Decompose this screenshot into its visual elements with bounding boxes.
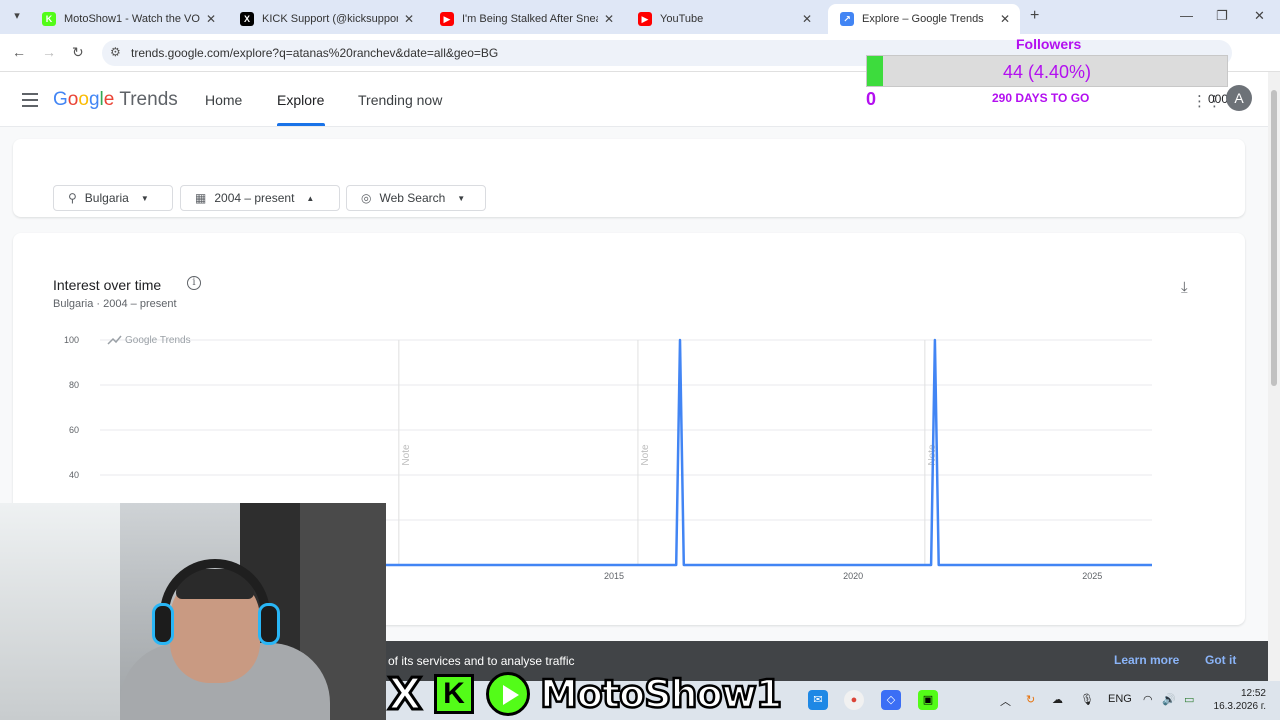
region-filter[interactable]: ⚲ Bulgaria ▼ [53,185,173,211]
followers-progress-bar: 44 (4.40%) [866,55,1228,87]
logo-letter: o [67,89,79,110]
back-icon[interactable]: ← [12,44,26,60]
caret-down-icon: ▼ [457,193,466,203]
nav-explore[interactable]: Explore [277,92,324,108]
nav-home[interactable]: Home [205,92,242,108]
stream-brand-overlay: X K MotoShow1 [387,667,784,720]
learn-more-button[interactable]: Learn more [1114,653,1179,667]
tray-chevron-icon[interactable]: ︿ [1000,693,1011,709]
followers-progress-text: 44 (4.40%) [1002,62,1092,82]
tab-favicon-icon: ↗ [840,12,854,26]
chrome-app-icon[interactable]: ● [844,690,864,710]
logo-letter: o [78,89,89,110]
globe-icon: ◎ [361,191,372,205]
battery-icon[interactable]: ▭ [1184,693,1194,706]
close-window-icon[interactable]: ✕ [1254,8,1265,24]
close-tab-icon[interactable]: ✕ [604,12,614,26]
play-logo-icon [485,672,530,716]
caret-up-icon: ▲ [306,193,315,203]
tab-favicon-icon: ▶ [440,12,454,26]
followers-days-text: 290 DAYS TO GO [992,91,1090,105]
stream-brand-name: MotoShow1 [539,671,784,718]
calendar-icon: ▦ [195,191,207,205]
wifi-icon[interactable]: ◠ [1143,693,1153,706]
apps-extra-text: 000 [1208,92,1229,106]
tray-mic-icon[interactable]: 🎙 [1080,693,1094,706]
webcam-window-light [0,503,120,720]
chart-title: Interest over time [53,277,162,293]
system-clock[interactable]: 12:52 16.3.2026 г. [1200,687,1266,713]
close-tab-icon[interactable]: ✕ [206,12,216,26]
stream-app-icon[interactable]: ▣ [918,690,938,710]
source-filter[interactable]: ◎ Web Search ▼ [346,185,486,211]
tab-title: MotoShow1 - Watch the VOD o [64,13,200,25]
mail-app-icon[interactable]: ✉ [808,690,828,710]
url-text[interactable]: trends.google.com/explore?q=atanas%20ran… [131,46,498,60]
tab-title: YouTube [660,13,704,25]
browser-tab[interactable]: ▶ YouTube ✕ [626,4,822,34]
browser-tab[interactable]: X KICK Support (@kicksupport) / ✕ [228,4,424,34]
site-info-icon[interactable]: ⚙ [110,45,121,59]
clock-date: 16.3.2026 г. [1213,701,1266,712]
tray-sync-icon[interactable]: ↻ [1026,693,1035,706]
tab-favicon-icon: X [240,12,254,26]
logo-letter: g [88,89,100,110]
roblox-app-icon[interactable]: ◇ [881,690,901,710]
new-tab-button[interactable]: + [1030,7,1039,25]
source-filter-label: Web Search [379,191,446,205]
close-tab-icon[interactable]: ✕ [404,12,414,26]
tab-title: I'm Being Stalked After Sneakin [462,13,598,25]
clock-time: 12:52 [1240,688,1266,699]
browser-tab[interactable]: ▶ I'm Being Stalked After Sneakin ✕ [428,4,624,34]
scrollbar-thumb[interactable] [1271,90,1277,386]
close-tab-icon[interactable]: ✕ [1000,12,1010,26]
tab-title: KICK Support (@kicksupport) / [262,13,398,25]
tray-cloud-icon[interactable]: ☁ [1052,693,1063,706]
headset-earcup-left [152,603,174,645]
screen: ▾ K MotoShow1 - Watch the VOD o ✕ X KICK Sup… [0,0,1280,720]
location-pin-icon: ⚲ [68,191,77,205]
region-filter-label: Bulgaria [84,191,129,205]
tab-favicon-icon: ▶ [638,12,652,26]
browser-tab[interactable]: K MotoShow1 - Watch the VOD o ✕ [30,4,226,34]
kick-logo-icon: K [433,674,474,714]
headset-earcup-right [258,603,280,645]
forward-icon[interactable]: → [42,44,56,60]
reload-icon[interactable]: ↻ [72,44,84,61]
filters-card: ⚲ Bulgaria ▼ ▦ 2004 – present ▲ ◎ Web Se… [13,139,1245,217]
browser-tab-strip: ▾ K MotoShow1 - Watch the VOD o ✕ X KICK Sup… [0,0,1280,34]
download-icon[interactable]: ⤓ [1181,279,1188,296]
minimize-icon[interactable]: — [1180,8,1193,23]
nav-active-indicator [277,123,325,126]
close-tab-icon[interactable]: ✕ [802,12,812,26]
followers-start-value: 0 [866,89,877,109]
nav-trending-now[interactable]: Trending now [358,92,442,108]
tab-favicon-icon: K [42,12,56,26]
caret-down-icon: ▼ [140,193,149,203]
language-indicator[interactable]: ENG [1108,693,1132,705]
restore-icon[interactable]: ❐ [1216,8,1228,24]
got-it-button[interactable]: Got it [1205,653,1236,667]
volume-icon[interactable]: 🔊 [1162,693,1176,706]
tab-search-icon[interactable]: ▾ [8,9,26,27]
followers-label: Followers [1016,36,1082,52]
browser-tab[interactable]: ↗ Explore – Google Trends ✕ [828,4,1020,34]
google-trends-logo[interactable]: Google Trends [53,89,178,111]
tab-title: Explore – Google Trends [862,13,984,25]
info-icon[interactable]: i [187,276,201,290]
webcam-overlay [0,503,386,720]
cookie-text: of its services and to analyse traffic [388,654,575,668]
account-avatar[interactable]: A [1226,85,1252,111]
chart-subtitle: Bulgaria · 2004 – present [53,298,177,310]
logo-letter: G [53,89,68,110]
logo-letter: e [103,89,115,110]
main-menu-icon[interactable] [22,93,38,111]
logo-trends-text: Trends [119,89,178,110]
x-logo-icon: X [387,667,424,720]
time-filter[interactable]: ▦ 2004 – present ▲ [180,185,340,211]
time-filter-label: 2004 – present [214,191,295,205]
